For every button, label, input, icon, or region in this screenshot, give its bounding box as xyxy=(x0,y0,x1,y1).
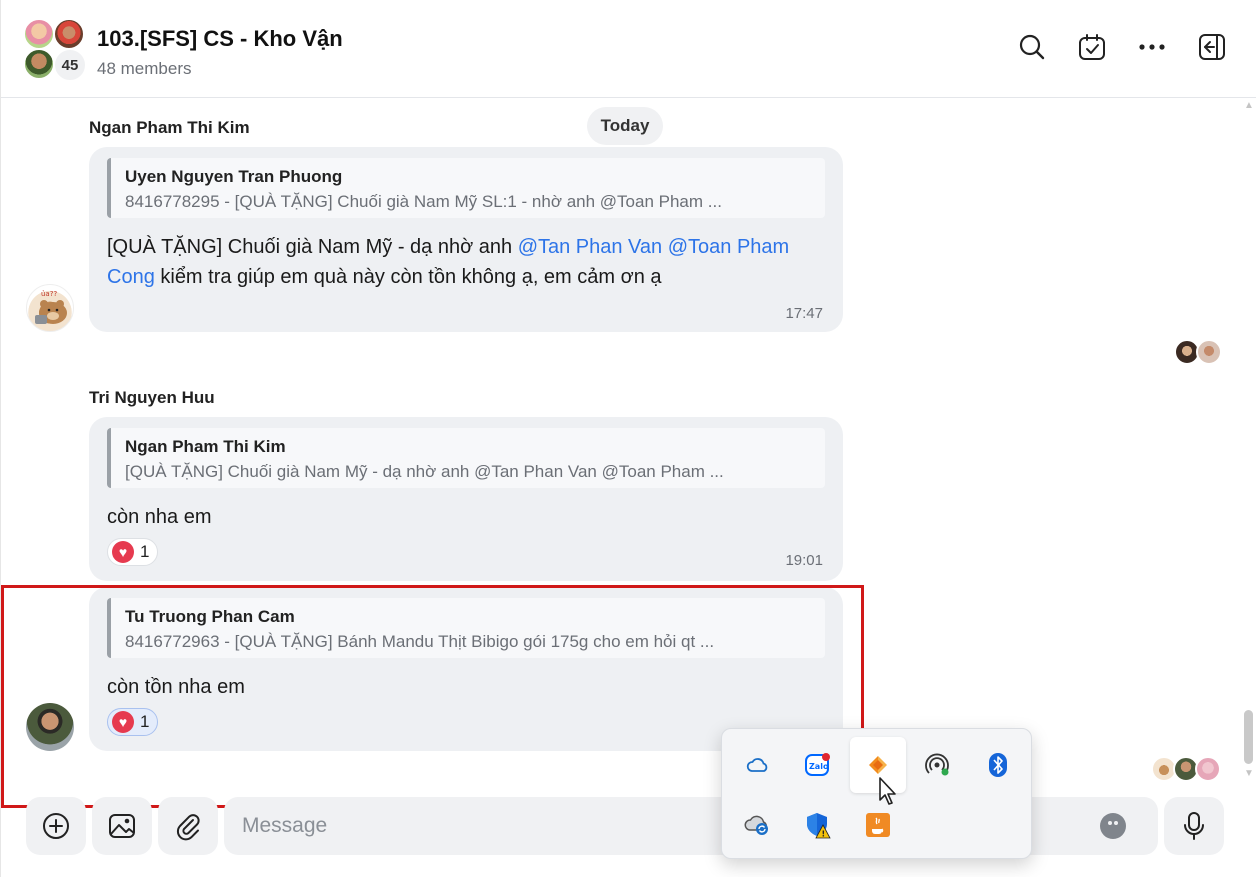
message-time: 17:47 xyxy=(785,305,823,322)
quote-text: [QUÀ TẶNG] Chuối già Nam Mỹ - dạ nhờ anh… xyxy=(125,462,724,481)
more-options-button[interactable] xyxy=(1135,30,1169,64)
security-warning-icon: ! xyxy=(807,813,831,839)
tray-onedrive[interactable] xyxy=(730,737,786,793)
group-title[interactable]: 103.[SFS] CS - Kho Vận xyxy=(97,26,343,52)
heart-icon: ♥ xyxy=(112,541,134,563)
scrollbar-thumb[interactable] xyxy=(1244,710,1253,764)
message-text: còn tồn nha em xyxy=(107,676,245,698)
seen-by-avatars[interactable] xyxy=(1174,339,1222,365)
quote-author: Ngan Pham Thi Kim xyxy=(125,437,286,456)
calendar-check-icon xyxy=(1079,34,1105,60)
reaction-count: 1 xyxy=(140,542,150,561)
message-text-part: [QUÀ TẶNG] Chuối già Nam Mỹ - dạ nhờ anh xyxy=(107,236,518,258)
chat-header: 45 103.[SFS] CS - Kho Vận 48 members xyxy=(1,0,1256,98)
message-text: còn nha em xyxy=(107,506,212,528)
svg-text:!: ! xyxy=(822,830,826,839)
orange-app-icon xyxy=(869,756,887,774)
reply-quote[interactable]: Ngan Pham Thi Kim [QUÀ TẶNG] Chuối già N… xyxy=(107,428,825,488)
tray-windows-security[interactable]: ! xyxy=(790,797,846,853)
sender-name[interactable]: Tri Nguyen Huu xyxy=(89,388,215,408)
message-bubble[interactable]: Tu Truong Phan Cam 8416772963 - [QUÀ TẶN… xyxy=(89,587,843,751)
scroll-down-arrow[interactable]: ▼ xyxy=(1244,768,1254,779)
image-button[interactable] xyxy=(92,797,152,855)
message-placeholder: Message xyxy=(242,814,328,837)
more-dots-icon xyxy=(1139,44,1165,50)
member-count[interactable]: 48 members xyxy=(97,59,191,79)
zalo-icon: Zalo xyxy=(805,753,830,776)
message-list[interactable]: Today Ngan Pham Thi Kim ủa?? Uyen Nguyen… xyxy=(1,99,1256,789)
sender-avatar[interactable]: ủa?? xyxy=(26,284,74,332)
onedrive-icon xyxy=(746,758,768,772)
mouse-cursor-icon xyxy=(879,777,896,805)
reaction-chip[interactable]: ♥ 1 xyxy=(107,708,159,736)
reader-avatar xyxy=(1195,756,1221,782)
date-divider: Today xyxy=(587,107,663,145)
paperclip-icon xyxy=(176,814,200,841)
quote-author: Uyen Nguyen Tran Phuong xyxy=(125,167,343,186)
hotspot-icon xyxy=(925,753,949,776)
java-icon xyxy=(866,813,890,837)
bluetooth-icon xyxy=(989,753,1007,777)
tray-bluetooth[interactable] xyxy=(970,737,1026,793)
emoji-icon[interactable] xyxy=(1100,813,1126,839)
bear-sticker-avatar: ủa?? xyxy=(35,290,67,324)
sidebar-collapse-icon xyxy=(1199,34,1225,60)
cloud-sync-icon xyxy=(744,815,768,835)
member-avatar xyxy=(23,48,55,80)
member-avatar xyxy=(23,18,55,50)
quote-text: 8416772963 - [QUÀ TẶNG] Bánh Mandu Thịt … xyxy=(125,632,715,651)
calendar-task-button[interactable] xyxy=(1075,30,1109,64)
mention-link[interactable]: @Tan Phan Van xyxy=(518,236,662,258)
voice-button[interactable] xyxy=(1164,797,1224,855)
toggle-sidebar-button[interactable] xyxy=(1195,30,1229,64)
quote-text: 8416778295 - [QUÀ TẶNG] Chuối già Nam Mỹ… xyxy=(125,192,722,211)
scroll-up-arrow[interactable]: ▲ xyxy=(1244,100,1254,111)
reaction-chip[interactable]: ♥ 1 xyxy=(107,538,159,566)
image-icon xyxy=(109,814,135,838)
message-bubble[interactable]: Uyen Nguyen Tran Phuong 8416778295 - [QU… xyxy=(89,147,843,332)
tray-zalo[interactable]: Zalo xyxy=(790,737,846,793)
microphone-icon xyxy=(1184,812,1204,840)
chat-window: 45 103.[SFS] CS - Kho Vận 48 members Tod… xyxy=(0,0,1256,877)
system-tray-overflow: Zalo ! xyxy=(721,728,1032,859)
search-button[interactable] xyxy=(1015,30,1049,64)
reaction-count: 1 xyxy=(140,712,150,731)
message-bubble[interactable]: Ngan Pham Thi Kim [QUÀ TẶNG] Chuối già N… xyxy=(89,417,843,581)
sender-avatar[interactable] xyxy=(26,703,74,751)
search-icon xyxy=(1019,34,1045,60)
message-text: [QUÀ TẶNG] Chuối già Nam Mỹ - dạ nhờ anh… xyxy=(107,232,817,292)
heart-icon: ♥ xyxy=(112,711,134,733)
svg-text:ủa??: ủa?? xyxy=(41,290,57,298)
add-button[interactable] xyxy=(26,797,86,855)
member-count-badge: 45 xyxy=(53,48,87,82)
tray-cloud-sync[interactable] xyxy=(730,797,786,853)
tray-hotspot[interactable] xyxy=(910,737,966,793)
message-time: 19:01 xyxy=(785,552,823,569)
seen-by-avatars[interactable] xyxy=(1151,756,1221,782)
sender-name[interactable]: Ngan Pham Thi Kim xyxy=(89,118,250,138)
reply-quote[interactable]: Uyen Nguyen Tran Phuong 8416778295 - [QU… xyxy=(107,158,825,218)
message-text-part: kiểm tra giúp em quà này còn tồn không ạ… xyxy=(154,266,662,288)
reply-quote[interactable]: Tu Truong Phan Cam 8416772963 - [QUÀ TẶN… xyxy=(107,598,825,658)
attach-button[interactable] xyxy=(158,797,218,855)
reader-avatar xyxy=(1196,339,1222,365)
quote-author: Tu Truong Phan Cam xyxy=(125,607,295,626)
group-avatar[interactable]: 45 xyxy=(23,18,87,82)
svg-text:Zalo: Zalo xyxy=(809,762,829,771)
member-avatar xyxy=(53,18,85,50)
plus-circle-icon xyxy=(43,813,69,839)
